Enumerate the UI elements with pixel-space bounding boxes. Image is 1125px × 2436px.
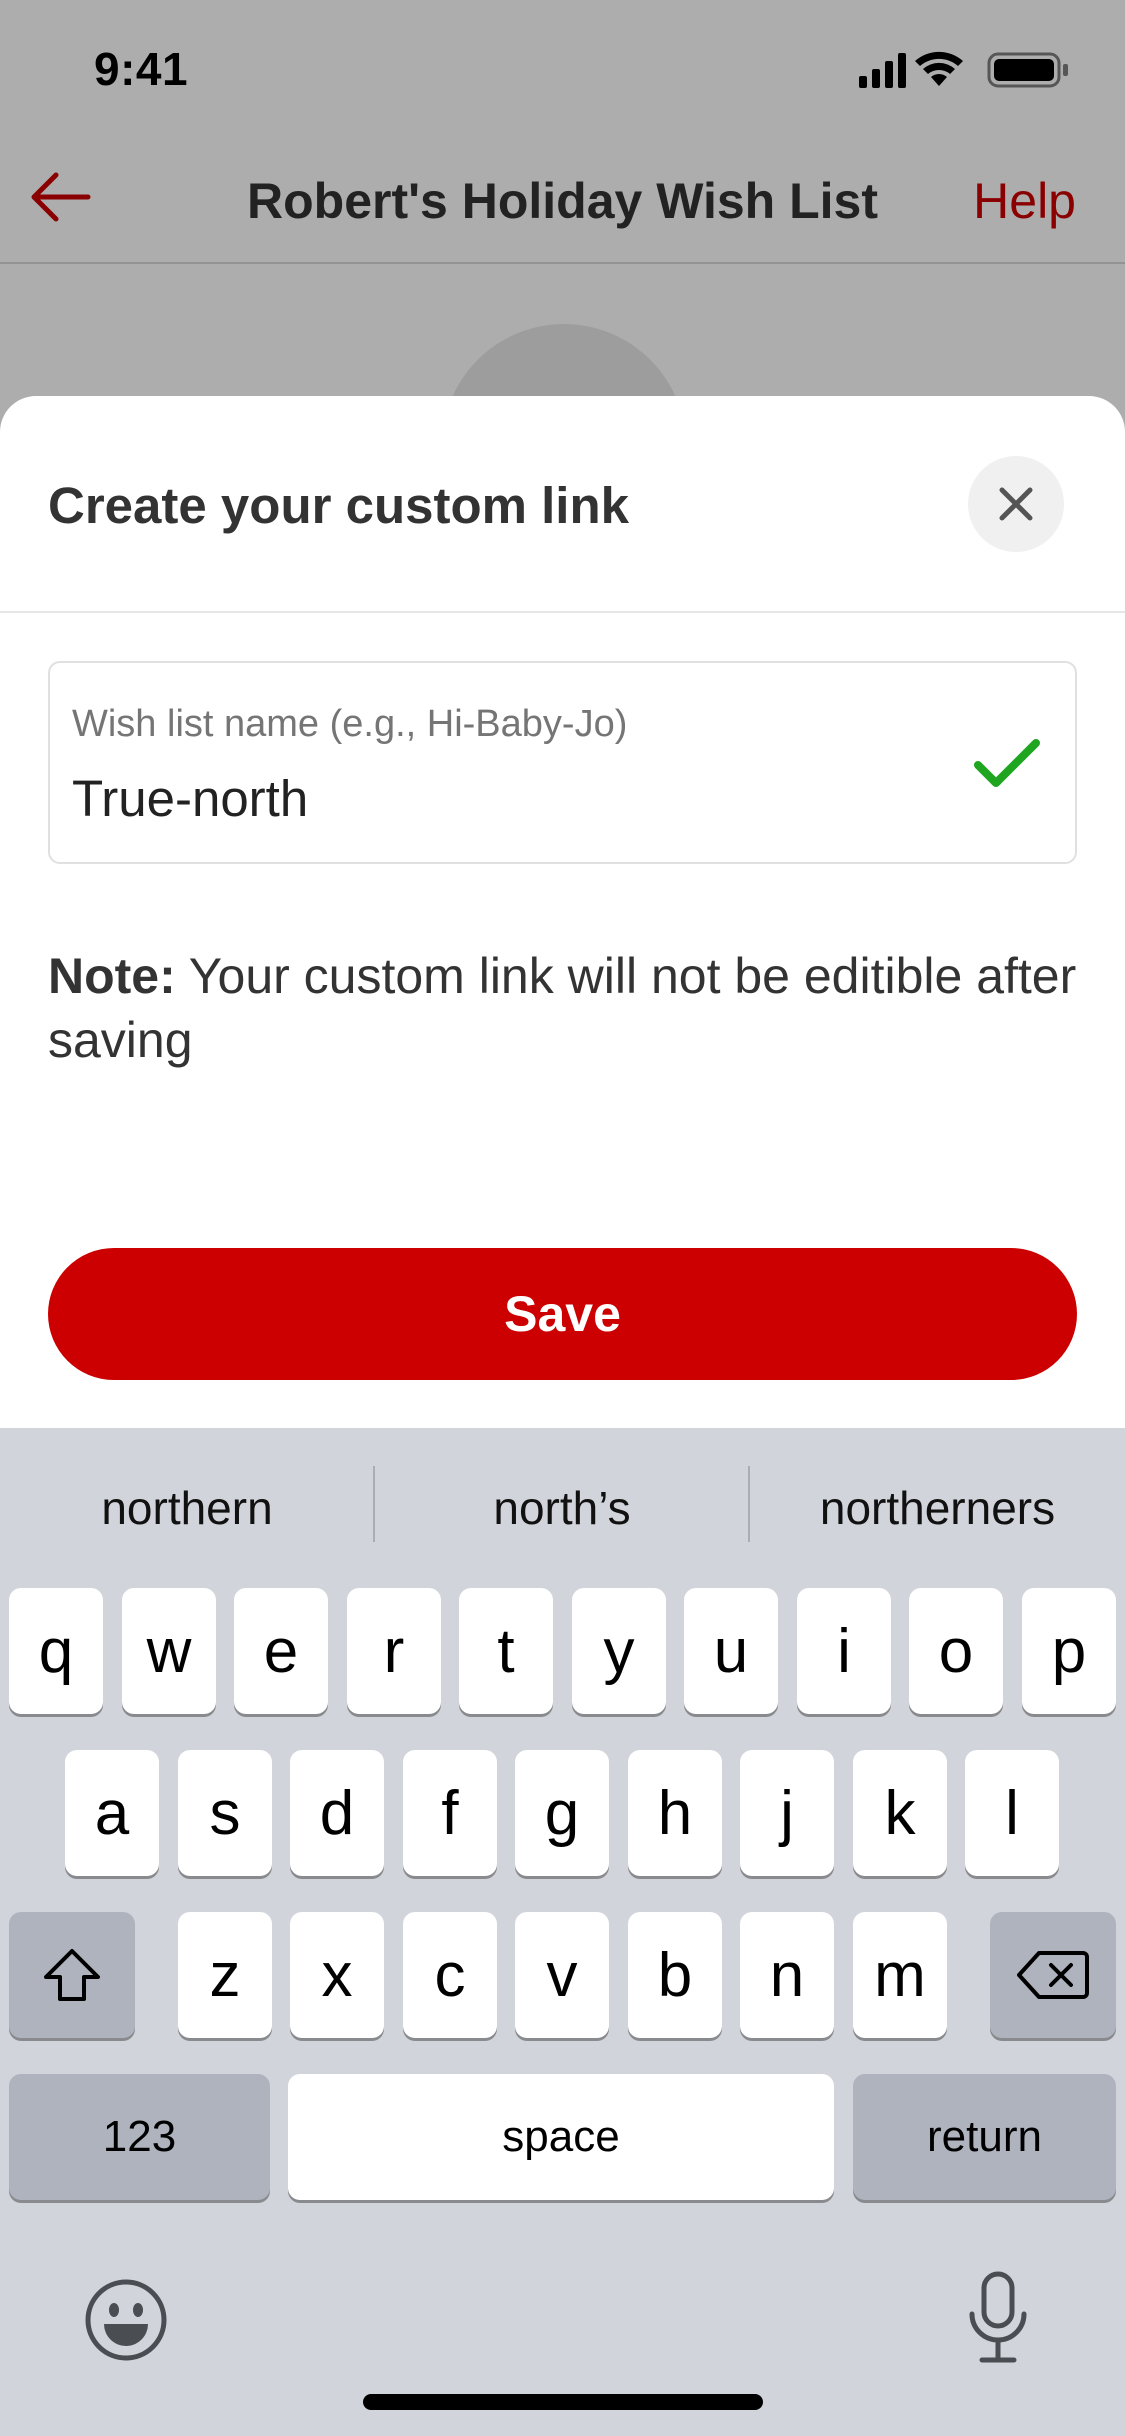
key-c[interactable]: c (403, 1912, 497, 2038)
key-f[interactable]: f (403, 1750, 497, 1876)
key-n[interactable]: n (740, 1912, 834, 2038)
microphone-icon[interactable] (966, 2270, 1030, 2366)
emoji-icon[interactable] (84, 2278, 168, 2362)
numbers-key[interactable]: 123 (9, 2074, 270, 2200)
key-k[interactable]: k (853, 1750, 947, 1876)
key-v[interactable]: v (515, 1912, 609, 2038)
key-h[interactable]: h (628, 1750, 722, 1876)
key-o[interactable]: o (909, 1588, 1003, 1714)
key-r[interactable]: r (347, 1588, 441, 1714)
close-icon (999, 487, 1033, 521)
key-b[interactable]: b (628, 1912, 722, 2038)
close-button[interactable] (968, 456, 1064, 552)
keyboard: northern north’s northerners q w e r t y… (0, 1428, 1125, 2436)
return-key[interactable]: return (853, 2074, 1116, 2200)
key-q[interactable]: q (9, 1588, 103, 1714)
key-s[interactable]: s (178, 1750, 272, 1876)
shift-icon (44, 1949, 100, 2001)
key-t[interactable]: t (459, 1588, 553, 1714)
keyboard-suggestions: northern north’s northerners (0, 1428, 1125, 1584)
key-p[interactable]: p (1022, 1588, 1116, 1714)
save-button[interactable]: Save (48, 1248, 1077, 1380)
key-d[interactable]: d (290, 1750, 384, 1876)
key-y[interactable]: y (572, 1588, 666, 1714)
field-label: Wish list name (e.g., Hi-Baby-Jo) (72, 703, 628, 745)
suggestion-1[interactable]: northern (0, 1468, 374, 1548)
wish-list-name-input[interactable] (72, 763, 952, 833)
checkmark-icon (972, 737, 1042, 798)
key-x[interactable]: x (290, 1912, 384, 2038)
delete-icon (1017, 1951, 1089, 1999)
key-l[interactable]: l (965, 1750, 1059, 1876)
key-u[interactable]: u (684, 1588, 778, 1714)
key-e[interactable]: e (234, 1588, 328, 1714)
delete-key[interactable] (990, 1912, 1116, 2038)
key-i[interactable]: i (797, 1588, 891, 1714)
key-z[interactable]: z (178, 1912, 272, 2038)
key-m[interactable]: m (853, 1912, 947, 2038)
sheet-header: Create your custom link (0, 396, 1125, 613)
key-j[interactable]: j (740, 1750, 834, 1876)
suggestion-3[interactable]: northerners (750, 1468, 1125, 1548)
note-prefix: Note: (48, 948, 176, 1004)
home-indicator (363, 2394, 763, 2410)
space-key[interactable]: space (288, 2074, 834, 2200)
suggestion-2[interactable]: north’s (375, 1468, 749, 1548)
note-body: Your custom link will not be editible af… (48, 948, 1077, 1068)
key-a[interactable]: a (65, 1750, 159, 1876)
key-w[interactable]: w (122, 1588, 216, 1714)
key-g[interactable]: g (515, 1750, 609, 1876)
wish-list-name-field[interactable]: Wish list name (e.g., Hi-Baby-Jo) (48, 661, 1077, 864)
shift-key[interactable] (9, 1912, 135, 2038)
sheet-title: Create your custom link (48, 477, 629, 534)
note-text: Note: Your custom link will not be editi… (48, 944, 1078, 1072)
